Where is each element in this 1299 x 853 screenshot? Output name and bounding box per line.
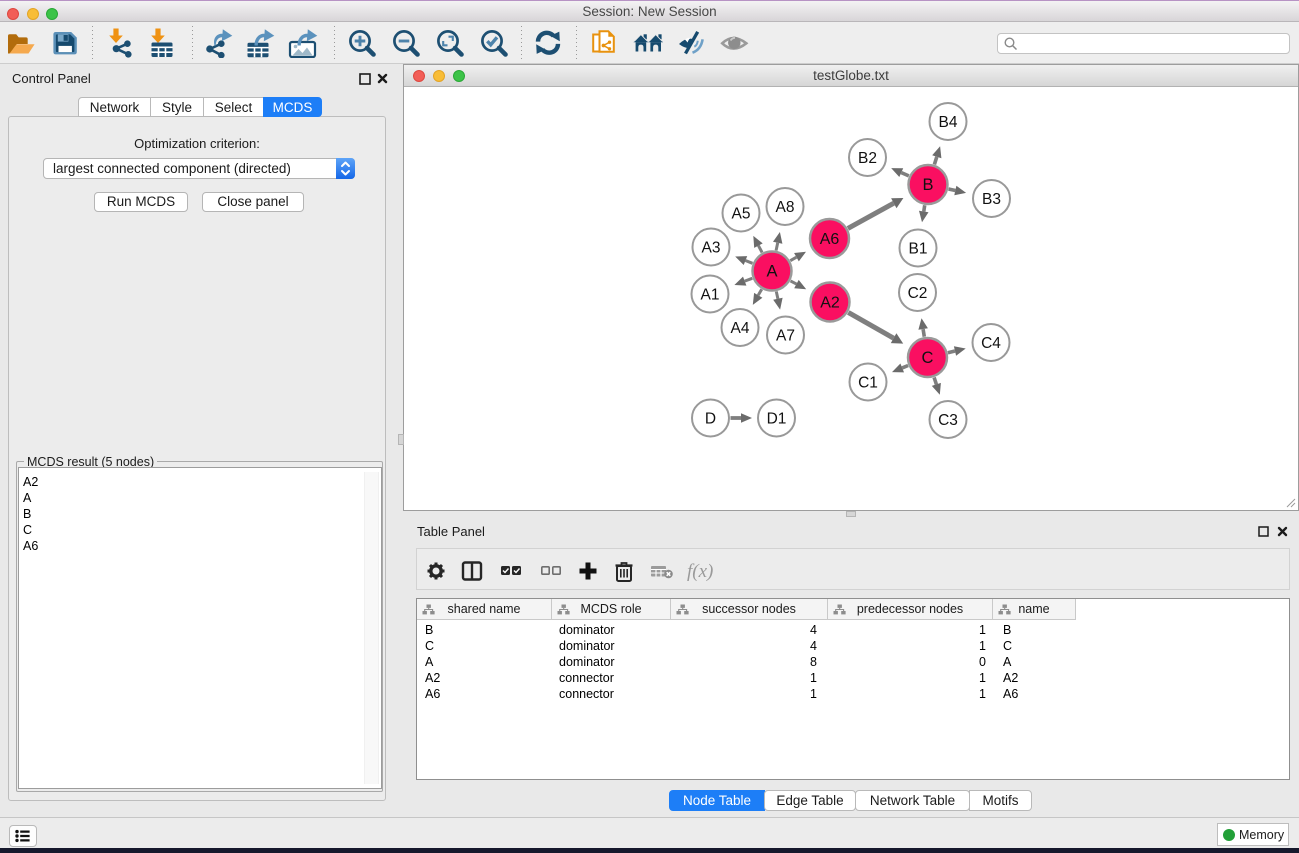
svg-text:C: C (922, 349, 934, 367)
svg-text:A5: A5 (732, 206, 751, 223)
svg-text:B1: B1 (909, 241, 928, 258)
svg-text:C1: C1 (858, 375, 878, 392)
svg-text:B: B (922, 176, 933, 194)
svg-text:A8: A8 (776, 199, 795, 216)
svg-text:B4: B4 (939, 114, 958, 131)
svg-text:A3: A3 (702, 240, 721, 257)
svg-text:f(x): f(x) (687, 561, 713, 582)
svg-text:C3: C3 (938, 412, 958, 429)
svg-text:B3: B3 (982, 191, 1001, 208)
svg-text:A6: A6 (820, 231, 840, 248)
svg-text:B2: B2 (858, 150, 877, 167)
svg-text:A1: A1 (701, 287, 720, 304)
svg-text:D1: D1 (767, 411, 787, 428)
svg-text:A7: A7 (776, 328, 795, 345)
svg-text:C4: C4 (981, 335, 1001, 352)
svg-text:A: A (766, 263, 777, 281)
svg-text:D: D (705, 411, 716, 428)
svg-text:C2: C2 (908, 285, 928, 302)
svg-text:A4: A4 (731, 320, 750, 337)
svg-text:A2: A2 (820, 295, 840, 312)
